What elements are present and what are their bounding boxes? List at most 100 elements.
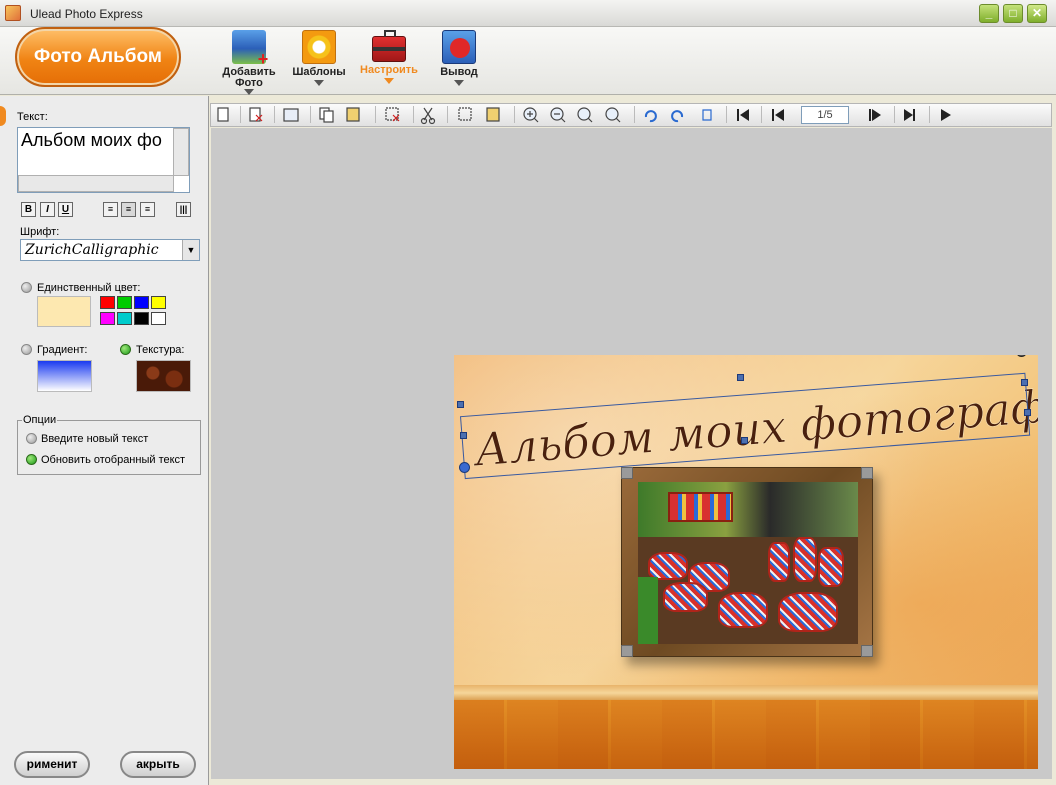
resize-handle[interactable] (457, 401, 464, 408)
texture-swatch[interactable] (136, 360, 191, 392)
page-number-input[interactable]: 1/5 (801, 106, 849, 124)
album-title-layer: Альбом моих фотографий (459, 372, 1038, 480)
options-legend: Опции (22, 414, 58, 426)
resize-handle[interactable] (741, 437, 748, 444)
last-page-button[interactable] (900, 105, 920, 125)
output-gift-icon (442, 30, 476, 64)
layout-button[interactable] (281, 105, 301, 125)
font-select-value: ZurichCalligraphic (25, 242, 159, 258)
templates-tool[interactable]: Шаблоны (283, 30, 355, 86)
customize-label: Настроить (360, 64, 418, 76)
app-icon (5, 5, 21, 21)
color-swatch-black[interactable] (134, 312, 149, 325)
customize-tool[interactable]: Настроить (353, 30, 425, 84)
title-bar (0, 0, 1056, 27)
color-swatch-red[interactable] (100, 296, 115, 309)
vertical-scrollbar[interactable] (173, 128, 189, 176)
color-swatch-blue[interactable] (134, 296, 149, 309)
wall-baseboard (454, 685, 1038, 701)
new-text-option-label: Введите новый текст (41, 433, 149, 445)
play-slideshow-button[interactable] (937, 105, 957, 125)
frame-corner (861, 645, 873, 657)
chevron-down-icon[interactable] (314, 80, 324, 86)
add-photo-icon: + (232, 30, 268, 68)
zoom-in-button[interactable] (520, 105, 542, 125)
resize-handle[interactable] (737, 374, 744, 381)
close-window-button[interactable]: ✕ (1027, 4, 1047, 23)
paste-button[interactable] (344, 105, 364, 125)
chevron-down-icon[interactable] (454, 80, 464, 86)
delete-page-button[interactable] (247, 105, 267, 125)
update-text-radio[interactable] (26, 454, 37, 465)
color-swatch-cyan[interactable] (117, 312, 132, 325)
gradient-swatch[interactable] (37, 360, 92, 392)
options-group: Опции Введите новый текст Обновить отобр… (17, 414, 201, 475)
single-color-label: Единственный цвет: (37, 282, 141, 294)
vertical-text-button[interactable]: ||| (176, 202, 191, 217)
add-photo-tool[interactable]: + Добавить Фото (213, 30, 285, 95)
color-swatch-green[interactable] (117, 296, 132, 309)
font-select[interactable]: ZurichCalligraphic ▼ (20, 239, 200, 261)
output-label: Вывод (440, 66, 478, 78)
selected-color-swatch[interactable] (37, 296, 91, 327)
new-page-button[interactable] (215, 105, 235, 125)
apply-button[interactable]: рименит (14, 751, 90, 778)
photo-item (793, 537, 817, 582)
photo-album-button[interactable]: Фото Альбом (15, 27, 181, 87)
delete-object-button[interactable] (383, 105, 403, 125)
single-color-radio[interactable] (21, 282, 32, 293)
skew-handle[interactable] (459, 462, 470, 473)
new-text-radio[interactable] (26, 433, 37, 444)
chevron-down-icon[interactable]: ▼ (182, 240, 199, 260)
templates-label: Шаблоны (292, 66, 346, 78)
maximize-button[interactable]: □ (1003, 4, 1023, 23)
cut-button[interactable] (420, 105, 440, 125)
resize-handle[interactable] (1024, 409, 1031, 416)
album-page[interactable]: Альбом моих фотографий (454, 355, 1038, 769)
rotate-right-button[interactable] (668, 105, 688, 125)
horizontal-scrollbar[interactable] (18, 175, 174, 192)
photo-item (648, 552, 688, 580)
text-input-value: Альбом моих фо (21, 130, 162, 150)
rotate-left-button[interactable] (640, 105, 660, 125)
previous-page-button[interactable] (768, 105, 788, 125)
select-copy-button[interactable] (456, 105, 476, 125)
color-swatch-magenta[interactable] (100, 312, 115, 325)
align-right-button[interactable]: ≡ (140, 202, 155, 217)
fit-to-window-button[interactable] (602, 105, 624, 125)
reset-button[interactable] (697, 105, 717, 125)
photo-grass (638, 577, 658, 644)
text-input[interactable]: Альбом моих фо (17, 127, 190, 193)
chevron-down-icon[interactable] (244, 89, 254, 95)
output-tool[interactable]: Вывод (423, 30, 495, 86)
italic-button[interactable]: I (40, 202, 55, 217)
minimize-button[interactable]: _ (979, 4, 999, 23)
frame-corner (621, 645, 633, 657)
close-panel-button[interactable]: акрыть (120, 751, 196, 778)
align-left-button[interactable]: ≡ (103, 202, 118, 217)
window-title: Ulead Photo Express (30, 7, 143, 21)
bold-button[interactable]: B (21, 202, 36, 217)
templates-icon (302, 30, 336, 64)
chevron-down-icon[interactable] (384, 78, 394, 84)
texture-radio[interactable] (120, 344, 131, 355)
photo-item (718, 592, 768, 628)
copy-button[interactable] (317, 105, 337, 125)
first-page-button[interactable] (733, 105, 753, 125)
select-paste-button[interactable] (484, 105, 504, 125)
album-photo[interactable] (638, 482, 858, 644)
update-text-option-label: Обновить отобранный текст (41, 454, 186, 466)
photo-painted-box (668, 492, 733, 522)
resize-handle[interactable] (460, 432, 467, 439)
resize-handle[interactable] (1021, 379, 1028, 386)
color-swatch-yellow[interactable] (151, 296, 166, 309)
gradient-radio[interactable] (21, 344, 32, 355)
align-center-button[interactable]: ≡ (121, 202, 136, 217)
zoom-out-button[interactable] (547, 105, 569, 125)
next-page-button[interactable] (865, 105, 885, 125)
color-swatch-white[interactable] (151, 312, 166, 325)
photo-frame[interactable] (621, 467, 873, 657)
underline-button[interactable]: U (58, 202, 73, 217)
actual-size-button[interactable] (574, 105, 596, 125)
album-title-text[interactable]: Альбом моих фотографий (470, 375, 1038, 477)
